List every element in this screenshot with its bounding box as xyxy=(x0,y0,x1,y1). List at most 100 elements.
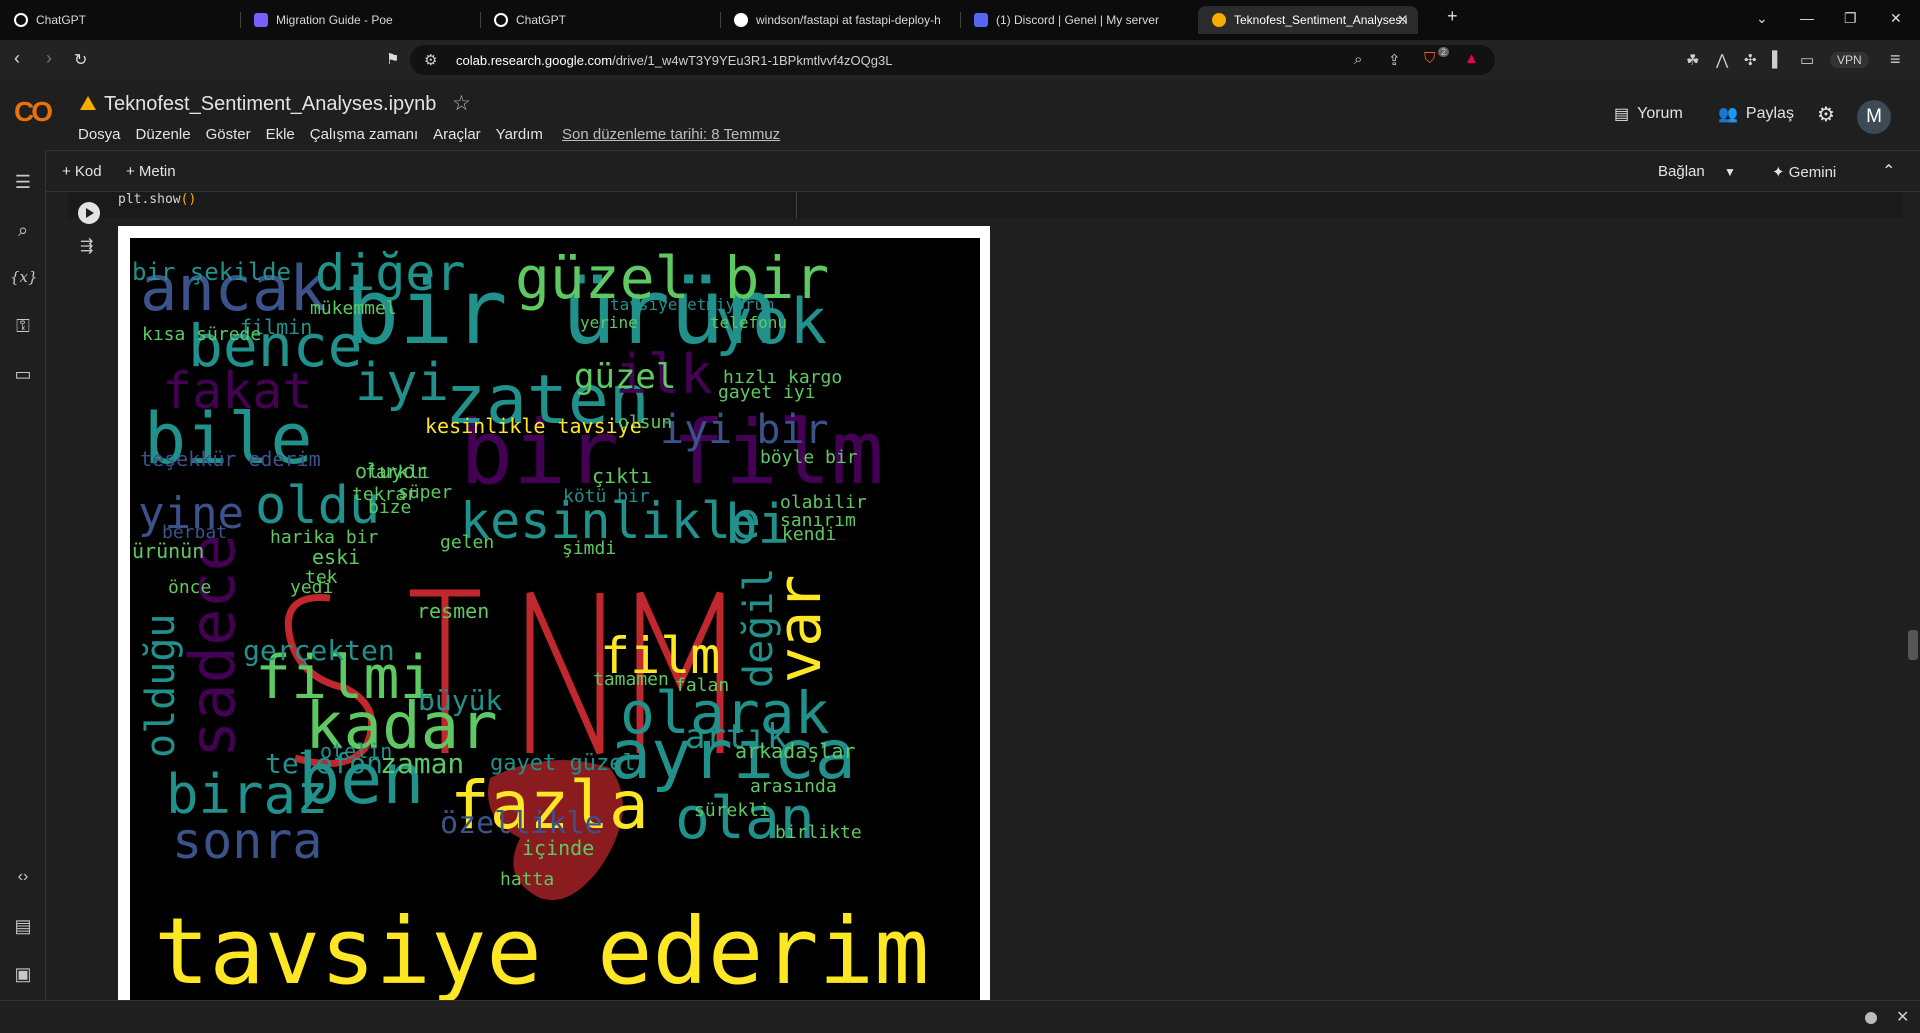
folder-icon[interactable]: ▭ xyxy=(10,364,36,385)
colab-header: CO Teknofest_Sentiment_Analyses.ipynb ☆ … xyxy=(0,80,1920,150)
wordcloud-word: birlikte xyxy=(775,822,862,843)
word-cloud-image: tavsiye ederim bir ürün bir film güzel bir b… xyxy=(130,238,980,1000)
browser-tab-6-active[interactable]: Teknofest_Sentiment_Analyses.i ✕ xyxy=(1198,6,1418,34)
discord-icon xyxy=(974,13,988,27)
menu-goster[interactable]: Göster xyxy=(206,126,251,143)
zoom-icon[interactable]: ⌕ xyxy=(1354,51,1362,68)
gear-icon[interactable]: ⚙ xyxy=(1817,102,1835,127)
scrollbar[interactable] xyxy=(1908,630,1918,660)
avatar[interactable]: M xyxy=(1857,100,1891,134)
wordcloud-word: sürekli xyxy=(694,800,770,821)
site-settings-icon[interactable]: ⚙ xyxy=(424,51,437,69)
browser-tab-3[interactable]: ChatGPT xyxy=(480,6,718,34)
key-icon[interactable]: ⚿ xyxy=(10,316,36,337)
wordcloud-word: büyük xyxy=(418,684,502,717)
people-icon: 👥 xyxy=(1718,106,1738,123)
search-icon[interactable]: ⌕ xyxy=(10,220,36,241)
wallet-icon[interactable]: ▭ xyxy=(1800,51,1814,69)
connect-button[interactable]: Bağlan xyxy=(1658,163,1705,180)
notebook-title[interactable]: Teknofest_Sentiment_Analyses.ipynb xyxy=(104,93,436,116)
extension-arc-icon[interactable]: ⋀ xyxy=(1716,51,1728,69)
wordcloud-word: kesinlikle tavsiye xyxy=(425,414,642,438)
minimize-icon[interactable]: — xyxy=(1800,10,1814,26)
address-bar: ‹ › ↻ ⚑ ⚙ colab.research.google.com/driv… xyxy=(0,40,1920,80)
tab-label: (1) Discord | Genel | My server xyxy=(996,13,1159,27)
word-cloud-svg: tavsiye ederimbir ürünbir filmgüzel birb… xyxy=(132,244,929,1000)
sidebar-icon[interactable]: ▌ xyxy=(1772,51,1783,68)
close-icon[interactable]: ✕ xyxy=(1397,12,1408,28)
colab-logo[interactable]: CO xyxy=(14,96,53,128)
code-cell[interactable]: plt.show() xyxy=(68,192,1902,218)
menu-yardim[interactable]: Yardım xyxy=(496,126,543,143)
wordcloud-word: yerine xyxy=(580,313,638,332)
share-icon[interactable]: ⇪ xyxy=(1388,51,1401,69)
code-line[interactable]: plt.show() xyxy=(118,192,196,207)
star-icon[interactable]: ☆ xyxy=(452,91,471,116)
status-indicator-icon xyxy=(1865,1012,1877,1024)
wordcloud-word: olsun xyxy=(618,412,672,433)
github-icon xyxy=(734,13,748,27)
back-icon[interactable]: ‹ xyxy=(14,48,20,69)
browser-tab-5[interactable]: (1) Discord | Genel | My server xyxy=(960,6,1198,34)
comment-button[interactable]: ▤ Yorum xyxy=(1614,104,1683,124)
menu-ekle[interactable]: Ekle xyxy=(266,126,295,143)
tab-label: ChatGPT xyxy=(516,13,567,27)
browser-tab-4[interactable]: windson/fastapi at fastapi-deploy-h xyxy=(720,6,958,34)
terminal-icon[interactable]: ▣ xyxy=(10,964,36,985)
menu-icon[interactable]: ≡ xyxy=(1890,49,1901,70)
wordcloud-word: önce xyxy=(168,577,211,598)
restore-icon[interactable]: ❐ xyxy=(1844,10,1857,27)
command-palette-icon[interactable]: ▤ xyxy=(10,916,36,937)
extension-leaf-icon[interactable]: ☘ xyxy=(1686,51,1699,69)
toc-icon[interactable]: ☰ xyxy=(10,172,36,193)
variables-icon[interactable]: {x} xyxy=(10,268,38,286)
browser-tab-1[interactable]: ChatGPT xyxy=(0,6,238,34)
bookmark-icon[interactable]: ⚑ xyxy=(386,50,399,68)
menu-dosya[interactable]: Dosya xyxy=(78,126,121,143)
forward-icon[interactable]: › xyxy=(46,48,52,69)
wordcloud-word: olabilir xyxy=(780,492,867,513)
menu-bar: Dosya Düzenle Göster Ekle Çalışma zamanı… xyxy=(78,126,543,143)
wordcloud-word: hatta xyxy=(500,869,554,890)
close-icon[interactable]: ✕ xyxy=(1896,1007,1909,1027)
wordcloud-word: gayet güzel xyxy=(490,751,636,776)
chevron-down-icon[interactable]: ⌄ xyxy=(1756,10,1768,27)
vpn-button[interactable]: VPN xyxy=(1830,52,1869,68)
tab-label: ChatGPT xyxy=(36,13,87,27)
code-snippets-icon[interactable]: ‹› xyxy=(10,868,36,886)
wordcloud-word: böyle bir xyxy=(760,447,858,468)
extensions-icon[interactable]: ✣ xyxy=(1744,51,1757,69)
chevron-down-icon[interactable]: ▼ xyxy=(1724,165,1736,179)
brave-shield-icon[interactable]: ⛉ xyxy=(1424,50,1435,67)
cell-output: tavsiye ederim bir ürün bir film güzel bir b… xyxy=(118,226,990,1000)
url-field[interactable]: ⚙ colab.research.google.com/drive/1_w4wT… xyxy=(410,45,1495,75)
comment-label: Yorum xyxy=(1637,105,1683,122)
wordcloud-word: kötü bir xyxy=(563,486,650,507)
wordcloud-word: değil xyxy=(736,568,782,688)
brave-rewards-icon[interactable]: ▲ xyxy=(1464,50,1479,67)
browser-tab-2[interactable]: Migration Guide - Poe xyxy=(240,6,478,34)
last-edit-link[interactable]: Son düzenleme tarihi: 8 Temmuz xyxy=(562,126,780,143)
close-icon[interactable]: ✕ xyxy=(1890,10,1902,27)
menu-araclar[interactable]: Araçlar xyxy=(433,126,481,143)
run-cell-button[interactable] xyxy=(78,202,100,224)
add-text-button[interactable]: + Metin xyxy=(126,163,176,180)
menu-duzenle[interactable]: Düzenle xyxy=(136,126,191,143)
output-options-icon[interactable]: ⇶ xyxy=(80,236,93,256)
chatgpt-icon xyxy=(494,13,508,27)
comment-icon: ▤ xyxy=(1614,106,1630,123)
wordcloud-word: berbat xyxy=(162,522,227,543)
wordcloud-word: telefonu xyxy=(710,313,787,332)
add-code-button[interactable]: + Kod xyxy=(62,163,102,180)
menu-calisma-zamani[interactable]: Çalışma zamanı xyxy=(310,126,418,143)
reload-icon[interactable]: ↻ xyxy=(74,50,87,70)
wordcloud-word: zaman xyxy=(380,747,464,780)
wordcloud-word: arkadaşlar xyxy=(735,739,855,763)
chevron-up-icon[interactable]: ⌃ xyxy=(1882,161,1895,181)
gemini-button[interactable]: ✦ Gemini xyxy=(1772,163,1836,181)
new-tab-button[interactable]: + xyxy=(1447,6,1458,27)
wordcloud-word: bize xyxy=(368,497,411,518)
wordcloud-word: şimdi xyxy=(562,538,616,559)
wordcloud-word: içinde xyxy=(522,836,594,860)
share-button[interactable]: 👥 Paylaş xyxy=(1718,104,1794,124)
